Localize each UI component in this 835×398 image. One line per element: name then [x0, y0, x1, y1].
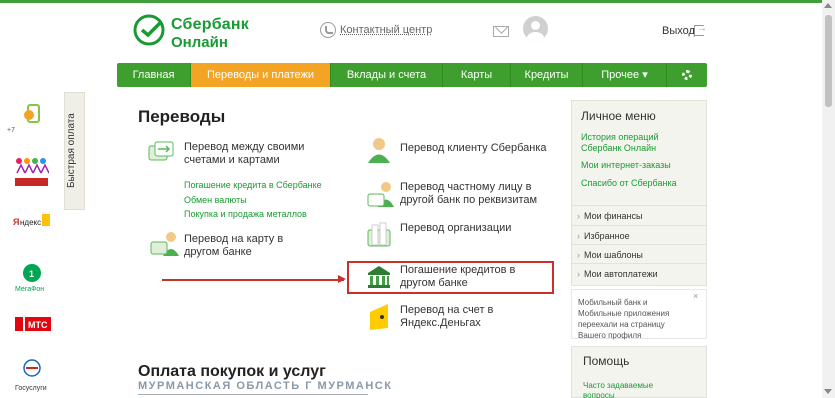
logo-title: Сбербанк	[171, 16, 249, 33]
transfer-yandex-money-link[interactable]: Перевод на счет в Яндекс.Деньгах	[400, 304, 520, 330]
sberbank-logo[interactable]: Сбербанк Онлайн	[133, 14, 303, 54]
children-charity-icon[interactable]	[15, 157, 49, 175]
charity-banner-icon	[15, 178, 48, 186]
svg-text:Я: Я	[13, 217, 19, 227]
contact-center-label: Контактный центр	[340, 24, 433, 36]
top-accent-line	[0, 0, 835, 3]
phone-icon	[320, 22, 336, 38]
pm-row-templates[interactable]: Мои шаблоны	[571, 244, 707, 264]
pm-row-favorites[interactable]: Избранное	[571, 225, 707, 245]
card-other-bank-icon[interactable]	[150, 230, 180, 258]
quick-pay-strip	[0, 92, 64, 398]
help-title: Помощь	[583, 354, 630, 368]
promo-text: Мобильный банк и Мобильные приложения пе…	[578, 298, 670, 340]
pm-link-orders[interactable]: Мои интернет-заказы	[581, 160, 701, 171]
transfer-card-other-bank-link[interactable]: Перевод на карту в другом банке	[184, 233, 294, 259]
sub-link-metals[interactable]: Покупка и продажа металлов	[184, 209, 307, 219]
quick-pay-label: Быстрая оплата	[66, 113, 77, 188]
pm-row-finances[interactable]: Мои финансы	[571, 205, 707, 225]
megafon-label: МегаФон	[15, 286, 45, 293]
tele2-label: +7	[7, 127, 15, 134]
region-selector[interactable]: МУРМАНСКАЯ ОБЛАСТЬ Г МУРМАНСК	[138, 380, 392, 392]
scroll-thumb[interactable]	[825, 15, 832, 107]
close-icon[interactable]: ×	[693, 291, 698, 301]
organization-icon[interactable]	[366, 222, 394, 248]
transfer-private-person-link[interactable]: Перевод частному лицу в другой банк по р…	[400, 181, 540, 207]
sber-client-icon[interactable]	[365, 136, 393, 164]
logout-link[interactable]: Выход	[662, 25, 695, 37]
pm-link-spasibo[interactable]: Спасибо от Сбербанка	[581, 178, 701, 189]
personal-menu-title: Личное меню	[581, 109, 656, 123]
transfer-sber-client-link[interactable]: Перевод клиенту Сбербанка	[400, 142, 550, 155]
help-faq-link[interactable]: Часто задаваемые вопросы	[583, 381, 663, 398]
page-title: Переводы	[138, 107, 226, 126]
tele2-icon[interactable]	[22, 103, 44, 125]
avatar[interactable]	[523, 16, 548, 41]
nav-item-transfers[interactable]: Переводы и платежи	[191, 63, 331, 87]
annotation-arrow-head	[338, 275, 346, 283]
main-nav: Главная Переводы и платежи Вклады и счет…	[117, 63, 707, 87]
yandex-icon[interactable]: Я ндекс	[13, 211, 51, 231]
gosuslugi-icon[interactable]	[22, 359, 42, 377]
logo-subtitle: Онлайн	[171, 34, 228, 51]
private-person-icon[interactable]	[366, 180, 396, 210]
sub-link-credit-repayment[interactable]: Погашение кредита в Сбербанке	[184, 180, 322, 190]
gosuslugi-label: Госуслуги	[15, 385, 47, 392]
megafon-icon[interactable]: 1	[20, 262, 44, 286]
nav-item-credits[interactable]: Кредиты	[511, 63, 583, 87]
pm-link-history[interactable]: История операций Сбербанк Онлайн	[581, 132, 701, 154]
highlight-annotation-box	[347, 261, 554, 294]
yandex-money-icon[interactable]	[368, 302, 392, 332]
scroll-up-icon[interactable]	[824, 3, 832, 8]
svg-text:1: 1	[29, 269, 34, 279]
nav-settings[interactable]	[667, 63, 707, 87]
annotation-arrow	[162, 279, 344, 281]
nav-item-home[interactable]: Главная	[117, 63, 191, 87]
mts-icon[interactable]: МТС	[15, 316, 51, 332]
nav-item-cards[interactable]: Карты	[443, 63, 511, 87]
cards-transfer-icon[interactable]	[148, 140, 174, 164]
gear-icon	[682, 70, 692, 80]
sub-link-currency-exchange[interactable]: Обмен валюты	[184, 195, 247, 205]
transfer-own-accounts-link[interactable]: Перевод между своими счетами и картами	[184, 141, 334, 167]
svg-text:МТС: МТС	[28, 320, 48, 330]
nav-item-deposits[interactable]: Вклады и счета	[331, 63, 443, 87]
region-underline	[138, 394, 368, 395]
payments-section-title: Оплата покупок и услуг	[138, 363, 326, 380]
pm-row-autopayments[interactable]: Мои автоплатежи	[571, 263, 707, 283]
nav-item-other[interactable]: Прочее ▾	[583, 63, 667, 87]
mail-icon[interactable]	[493, 26, 509, 37]
sberbank-logo-icon	[133, 14, 165, 46]
transfer-organization-link[interactable]: Перевод организации	[400, 222, 540, 235]
svg-text:ндекс: ндекс	[20, 218, 41, 227]
scroll-down-icon[interactable]	[824, 389, 832, 394]
logout-icon[interactable]	[694, 23, 707, 36]
